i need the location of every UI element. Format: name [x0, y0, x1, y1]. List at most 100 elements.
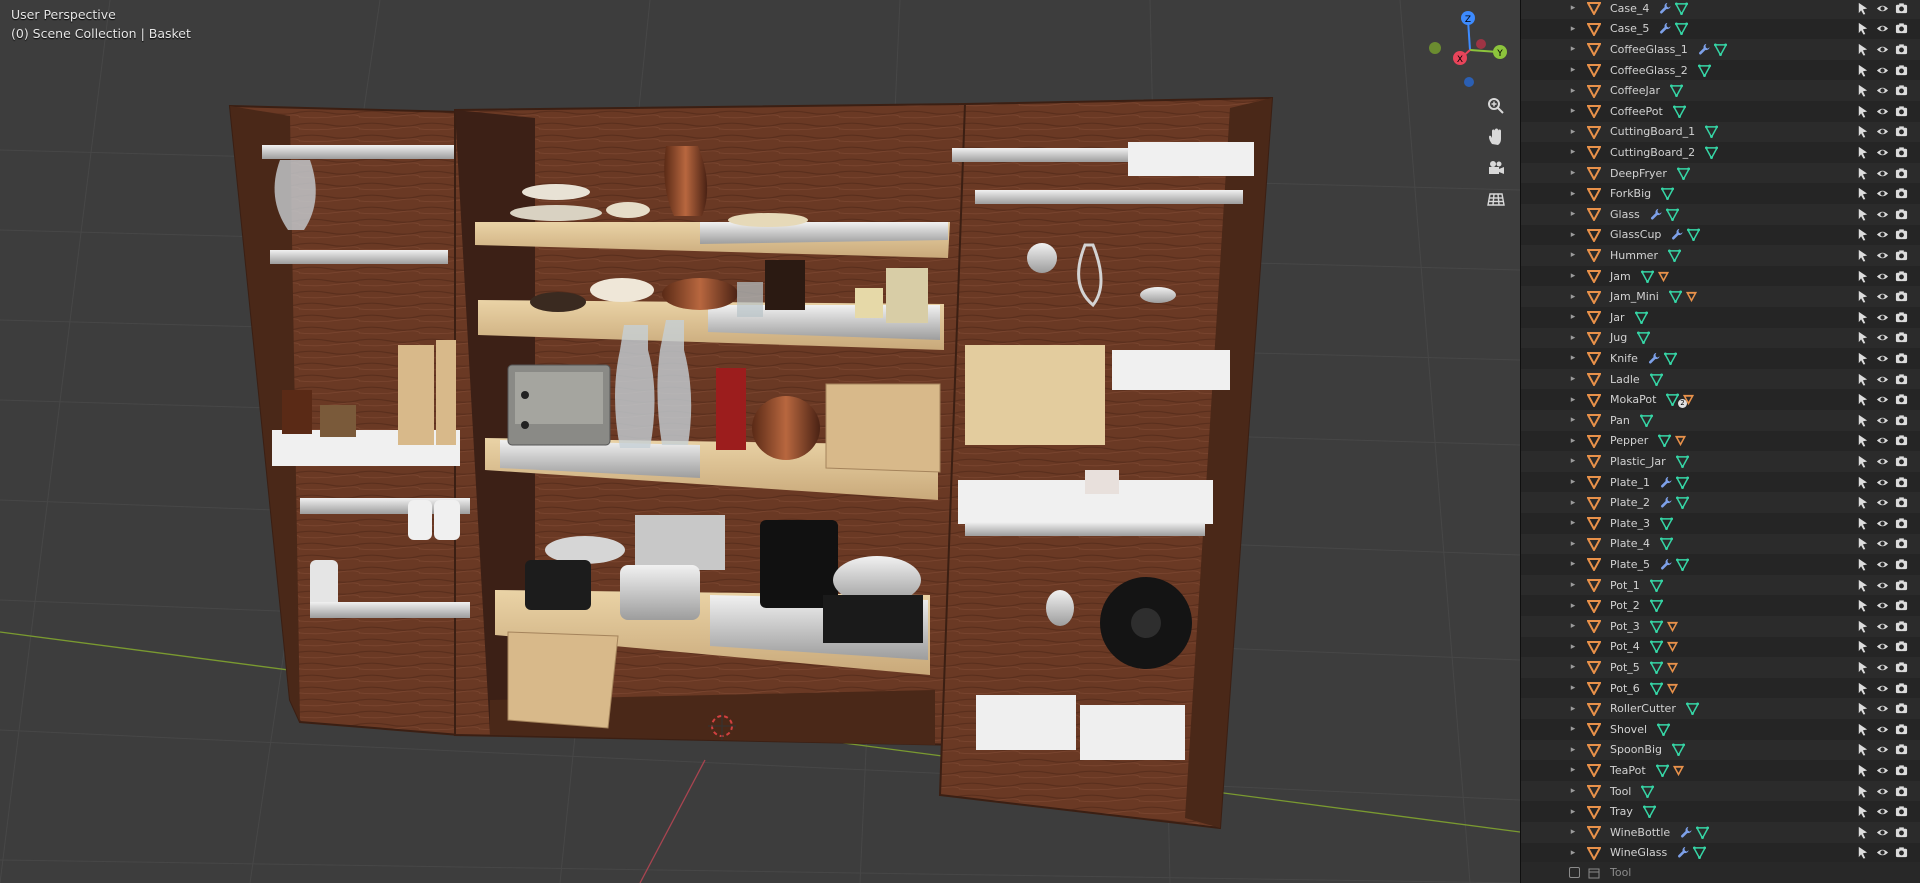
mesh-data-icon[interactable] [1637, 331, 1650, 345]
visibility-eye-icon[interactable] [1875, 496, 1889, 510]
mesh-data-icon[interactable] [1666, 393, 1679, 407]
object-name[interactable]: Jar [1610, 311, 1625, 324]
visibility-eye-icon[interactable] [1875, 846, 1889, 860]
render-camera-icon[interactable] [1894, 763, 1908, 777]
visibility-eye-icon[interactable] [1875, 290, 1889, 304]
visibility-eye-icon[interactable] [1875, 578, 1889, 592]
render-camera-icon[interactable] [1894, 290, 1908, 304]
visibility-eye-icon[interactable] [1875, 784, 1889, 798]
object-name[interactable]: Tool [1610, 785, 1631, 798]
zoom-icon[interactable] [1483, 93, 1509, 119]
outliner-row[interactable]: ▸ Hummer [1521, 245, 1920, 266]
outliner-row[interactable]: ▸ GlassCup [1521, 224, 1920, 246]
expand-arrow-icon[interactable]: ▸ [1568, 785, 1578, 797]
outliner-row[interactable]: ▸ MokaPot 2 [1521, 389, 1920, 410]
object-name[interactable]: Pot_3 [1610, 620, 1640, 633]
camera-icon[interactable] [1483, 155, 1509, 181]
expand-arrow-icon[interactable]: ▸ [1568, 723, 1578, 735]
render-camera-icon[interactable] [1894, 846, 1908, 860]
expand-arrow-icon[interactable]: ▸ [1568, 43, 1578, 55]
selectable-toggle-icon[interactable] [1855, 557, 1869, 571]
mesh-data-icon[interactable] [1693, 846, 1706, 860]
visibility-eye-icon[interactable] [1875, 104, 1889, 118]
expand-arrow-icon[interactable]: ▸ [1568, 229, 1578, 241]
collection-row-tool[interactable]: Tool [1521, 862, 1920, 883]
outliner-row[interactable]: ▸ CuttingBoard_1 [1521, 121, 1920, 143]
render-camera-icon[interactable] [1894, 805, 1908, 819]
object-name[interactable]: Pot_6 [1610, 682, 1640, 695]
mesh-data-icon[interactable] [1650, 620, 1663, 633]
object-name[interactable]: ForkBig [1610, 187, 1651, 200]
selectable-toggle-icon[interactable] [1855, 475, 1869, 489]
render-camera-icon[interactable] [1894, 125, 1908, 139]
outliner-row[interactable]: ▸ TeaPot [1521, 760, 1920, 781]
mesh-data-icon[interactable] [1668, 249, 1681, 262]
modifier-wrench-icon[interactable] [1660, 558, 1673, 571]
mesh-data-icon[interactable] [1650, 661, 1663, 674]
render-camera-icon[interactable] [1894, 393, 1908, 407]
object-name[interactable]: SpoonBig [1610, 743, 1662, 756]
outliner-row[interactable]: ▸ Plate_5 [1521, 554, 1920, 575]
material-icon[interactable]: 2 [1678, 393, 1695, 409]
object-name[interactable]: Plate_5 [1610, 558, 1650, 571]
mesh-data-icon[interactable] [1676, 496, 1689, 510]
render-camera-icon[interactable] [1894, 722, 1908, 736]
object-name[interactable]: Knife [1610, 352, 1638, 365]
visibility-eye-icon[interactable] [1875, 166, 1889, 180]
selectable-toggle-icon[interactable] [1855, 372, 1869, 386]
visibility-eye-icon[interactable] [1875, 557, 1889, 571]
selectable-toggle-icon[interactable] [1855, 145, 1869, 159]
selectable-toggle-icon[interactable] [1855, 846, 1869, 860]
expand-arrow-icon[interactable]: ▸ [1568, 249, 1578, 261]
object-name[interactable]: Pot_1 [1610, 579, 1640, 592]
object-name[interactable]: Ladle [1610, 373, 1640, 386]
object-name[interactable]: Jam_Mini [1610, 290, 1659, 303]
render-camera-icon[interactable] [1894, 619, 1908, 633]
selectable-toggle-icon[interactable] [1855, 104, 1869, 118]
visibility-eye-icon[interactable] [1875, 145, 1889, 159]
visibility-eye-icon[interactable] [1875, 228, 1889, 242]
object-name[interactable]: WineGlass [1610, 846, 1667, 859]
visibility-eye-icon[interactable] [1875, 599, 1889, 613]
collection-checkbox[interactable] [1569, 867, 1580, 878]
visibility-eye-icon[interactable] [1875, 702, 1889, 716]
render-camera-icon[interactable] [1894, 578, 1908, 592]
mesh-data-icon[interactable] [1676, 455, 1689, 468]
render-camera-icon[interactable] [1894, 784, 1908, 798]
mesh-data-icon[interactable] [1696, 826, 1709, 839]
object-name[interactable]: CuttingBoard_1 [1610, 125, 1695, 138]
outliner-row[interactable]: ▸ Pot_5 [1521, 657, 1920, 678]
render-camera-icon[interactable] [1894, 743, 1908, 757]
outliner-row[interactable]: ▸ CoffeeGlass_1 [1521, 39, 1920, 60]
modifier-wrench-icon[interactable] [1698, 43, 1711, 56]
visibility-eye-icon[interactable] [1875, 248, 1889, 262]
expand-arrow-icon[interactable]: ▸ [1568, 105, 1578, 117]
expand-arrow-icon[interactable]: ▸ [1568, 64, 1578, 76]
render-camera-icon[interactable] [1894, 228, 1908, 242]
selectable-toggle-icon[interactable] [1855, 269, 1869, 283]
material-icon[interactable] [1674, 434, 1687, 447]
outliner-row[interactable]: ▸ DeepFryer [1521, 162, 1920, 184]
outliner-row[interactable]: ▸ ForkBig [1521, 183, 1920, 204]
mesh-data-icon[interactable] [1676, 476, 1689, 489]
expand-arrow-icon[interactable]: ▸ [1568, 558, 1578, 570]
render-camera-icon[interactable] [1894, 413, 1908, 427]
outliner-row[interactable]: ▸ Pot_2 [1521, 595, 1920, 616]
outliner-row[interactable]: ▸ Pot_3 [1521, 616, 1920, 637]
render-camera-icon[interactable] [1894, 557, 1908, 571]
mesh-data-icon[interactable] [1677, 167, 1690, 180]
render-camera-icon[interactable] [1894, 454, 1908, 468]
render-camera-icon[interactable] [1894, 825, 1908, 839]
mesh-data-icon[interactable] [1650, 579, 1663, 592]
selectable-toggle-icon[interactable] [1855, 454, 1869, 468]
expand-arrow-icon[interactable]: ▸ [1568, 806, 1578, 818]
outliner-row[interactable]: ▸ Jug [1521, 327, 1920, 349]
visibility-eye-icon[interactable] [1875, 722, 1889, 736]
selectable-toggle-icon[interactable] [1855, 434, 1869, 448]
object-name[interactable]: Case_5 [1610, 22, 1649, 35]
object-name[interactable]: Jam [1610, 270, 1631, 283]
visibility-eye-icon[interactable] [1875, 269, 1889, 283]
mesh-data-icon[interactable] [1650, 682, 1663, 695]
mesh-data-icon[interactable] [1675, 2, 1688, 15]
outliner-row[interactable]: ▸ Pot_4 [1521, 636, 1920, 658]
